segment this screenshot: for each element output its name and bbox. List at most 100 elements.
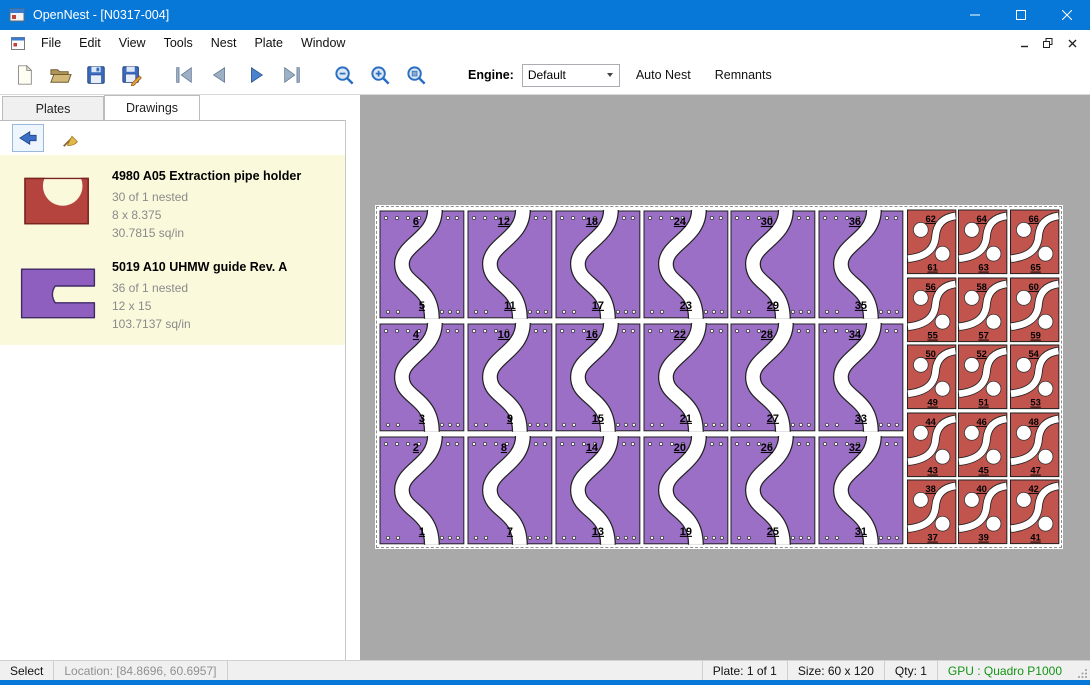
nest-part-pair[interactable]: 66 65 <box>1009 208 1060 276</box>
last-icon <box>281 64 303 86</box>
drawing-title: 5019 A10 UHMW guide Rev. A <box>112 258 287 276</box>
svg-text:35: 35 <box>855 300 867 312</box>
nest-part-pair[interactable]: 50 49 <box>906 343 957 411</box>
nest-part-pair[interactable]: 34 33 <box>817 321 905 434</box>
svg-text:56: 56 <box>925 280 935 291</box>
nest-part-pair[interactable]: 24 23 <box>642 208 730 321</box>
nest-part-pair[interactable]: 8 7 <box>466 434 554 547</box>
nest-part-pair[interactable]: 62 61 <box>906 208 957 276</box>
nest-part-pair[interactable]: 28 27 <box>729 321 817 434</box>
nest-part-pair[interactable]: 64 63 <box>957 208 1008 276</box>
nest-part-pair[interactable]: 30 29 <box>729 208 817 321</box>
nest-part-pair[interactable]: 32 31 <box>817 434 905 547</box>
drawings-list: 4980 A05 Extraction pipe holder 30 of 1 … <box>0 155 345 345</box>
nest-part-pair[interactable]: 46 45 <box>957 411 1008 479</box>
svg-text:45: 45 <box>979 464 989 475</box>
svg-text:1: 1 <box>419 525 425 537</box>
nest-part-pair[interactable]: 14 13 <box>554 434 642 547</box>
nest-part-pair[interactable]: 44 43 <box>906 411 957 479</box>
nest-part-pair[interactable]: 52 51 <box>957 343 1008 411</box>
nest-part-pair[interactable]: 22 21 <box>642 321 730 434</box>
next-plate-button[interactable] <box>238 59 274 91</box>
open-button[interactable] <box>42 59 78 91</box>
remnants-button[interactable]: Remnants <box>707 62 780 88</box>
engine-combobox[interactable]: Default <box>522 64 620 87</box>
drawing-area: 103.7137 sq/in <box>112 315 287 333</box>
nest-part-pair[interactable]: 12 11 <box>466 208 554 321</box>
svg-text:37: 37 <box>927 532 937 543</box>
purple-grid: 6 5 12 11 18 17 24 23 30 29 <box>378 208 905 546</box>
next-icon <box>245 64 267 86</box>
menu-item-edit[interactable]: Edit <box>70 31 110 55</box>
nest-part-pair[interactable]: 18 17 <box>554 208 642 321</box>
menu-item-tools[interactable]: Tools <box>155 31 202 55</box>
svg-text:20: 20 <box>673 442 685 454</box>
svg-text:61: 61 <box>927 262 937 273</box>
svg-text:24: 24 <box>673 216 686 228</box>
nest-part-pair[interactable]: 54 53 <box>1009 343 1060 411</box>
save-as-button[interactable] <box>114 59 150 91</box>
svg-text:33: 33 <box>855 413 867 425</box>
close-button[interactable] <box>1044 0 1090 30</box>
child-minimize-button[interactable] <box>1014 34 1034 52</box>
save-icon <box>85 64 107 86</box>
nest-part-pair[interactable]: 4 3 <box>378 321 466 434</box>
panel-splitter[interactable] <box>346 95 360 660</box>
zoom-in-button[interactable] <box>362 59 398 91</box>
nest-part-pair[interactable]: 40 39 <box>957 478 1008 546</box>
resize-grip[interactable] <box>1072 661 1090 680</box>
svg-text:5: 5 <box>419 300 425 312</box>
menu-item-window[interactable]: Window <box>292 31 354 55</box>
nest-part-pair[interactable]: 48 47 <box>1009 411 1060 479</box>
nest-part-pair[interactable]: 26 25 <box>729 434 817 547</box>
first-plate-button[interactable] <box>166 59 202 91</box>
move-back-button[interactable] <box>12 124 44 152</box>
previous-icon <box>209 64 231 86</box>
child-restore-button[interactable] <box>1038 34 1058 52</box>
nest-part-pair[interactable]: 2 1 <box>378 434 466 547</box>
svg-text:32: 32 <box>849 442 861 454</box>
nest-part-pair[interactable]: 42 41 <box>1009 478 1060 546</box>
nest-part-pair[interactable]: 58 57 <box>957 276 1008 344</box>
child-close-button[interactable] <box>1062 34 1082 52</box>
save-button[interactable] <box>78 59 114 91</box>
combo-dropdown-button[interactable] <box>602 65 619 86</box>
svg-text:50: 50 <box>925 348 935 359</box>
nest-part-pair[interactable]: 38 37 <box>906 478 957 546</box>
nest-part-pair[interactable]: 6 5 <box>378 208 466 321</box>
menu-item-view[interactable]: View <box>110 31 155 55</box>
titlebar: OpenNest - [N0317-004] <box>0 0 1090 30</box>
zoom-out-button[interactable] <box>326 59 362 91</box>
menu-item-file[interactable]: File <box>32 31 70 55</box>
drawing-thumbnail <box>10 161 106 242</box>
new-button[interactable] <box>6 59 42 91</box>
nest-part-pair[interactable]: 36 35 <box>817 208 905 321</box>
nest-part-pair[interactable]: 16 15 <box>554 321 642 434</box>
minimize-button[interactable] <box>952 0 998 30</box>
menu-item-nest[interactable]: Nest <box>202 31 246 55</box>
status-spacer <box>228 661 702 680</box>
status-location: Location: [84.8696, 60.6957] <box>54 661 227 680</box>
clear-button[interactable] <box>56 125 86 151</box>
window-controls <box>952 0 1090 30</box>
drawing-item[interactable]: 4980 A05 Extraction pipe holder 30 of 1 … <box>0 157 345 248</box>
tab-plates[interactable]: Plates <box>2 96 104 120</box>
nest-canvas[interactable]: 6 5 12 11 18 17 24 23 30 29 <box>360 95 1090 660</box>
zoom-fit-button[interactable] <box>398 59 434 91</box>
svg-text:6: 6 <box>413 216 419 228</box>
drawing-item[interactable]: 5019 A10 UHMW guide Rev. A 36 of 1 neste… <box>0 248 345 339</box>
purple-part-thumbnail-icon <box>16 258 100 328</box>
nest-part-pair[interactable]: 56 55 <box>906 276 957 344</box>
maximize-button[interactable] <box>998 0 1044 30</box>
nest-part-pair[interactable]: 10 9 <box>466 321 554 434</box>
auto-nest-button[interactable]: Auto Nest <box>628 62 699 88</box>
plate[interactable]: 6 5 12 11 18 17 24 23 30 29 <box>375 205 1063 549</box>
last-plate-button[interactable] <box>274 59 310 91</box>
previous-plate-button[interactable] <box>202 59 238 91</box>
menu-item-plate[interactable]: Plate <box>245 31 292 55</box>
nest-part-pair[interactable]: 60 59 <box>1009 276 1060 344</box>
app-icon <box>9 7 25 23</box>
nest-part-pair[interactable]: 20 19 <box>642 434 730 547</box>
tab-drawings[interactable]: Drawings <box>104 95 200 120</box>
svg-text:2: 2 <box>413 442 419 454</box>
